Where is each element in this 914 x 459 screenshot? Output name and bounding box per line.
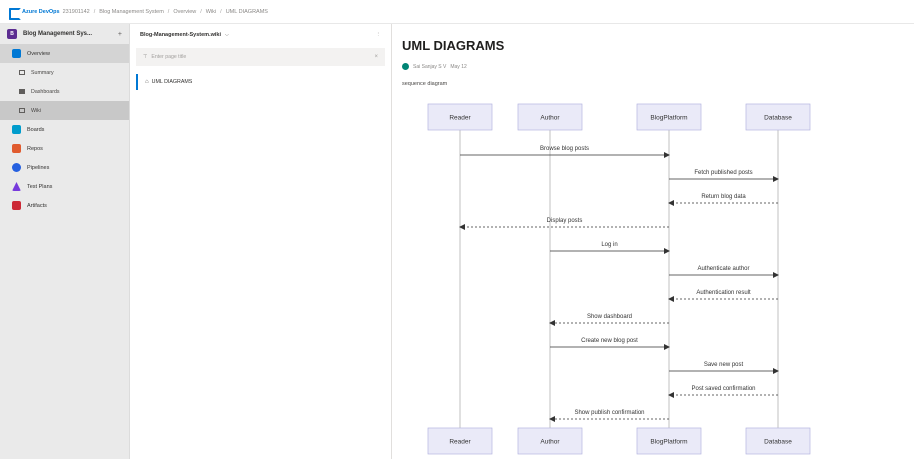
nav-item-label: Boards: [27, 126, 45, 133]
dashboards-icon: [19, 89, 25, 94]
project-name: Blog Management Sys...: [23, 31, 93, 37]
page-filter-input[interactable]: ⊤ Enter page title ×: [136, 48, 385, 66]
message-label: Post saved confirmation: [691, 386, 755, 392]
nav-item-dashboards[interactable]: Dashboards: [0, 82, 129, 101]
project-selector[interactable]: B Blog Management Sys... +: [0, 24, 129, 44]
breadcrumb-page[interactable]: UML DIAGRAMS: [226, 9, 268, 15]
message-label: Return blog data: [701, 194, 746, 200]
azure-devops-logo-icon[interactable]: [8, 7, 21, 20]
participant-label: BlogPlatform: [650, 115, 687, 122]
nav-item-label: Artifacts: [27, 202, 47, 209]
message-label: Save new post: [704, 362, 744, 368]
nav-item-summary[interactable]: Summary: [0, 63, 129, 82]
nav-item-boards[interactable]: Boards: [0, 120, 129, 139]
boards-icon: [12, 125, 21, 134]
participant-label: Database: [764, 115, 792, 122]
wiki-icon: [19, 108, 25, 113]
breadcrumb-separator: /: [200, 8, 202, 15]
nav-item-test-plans[interactable]: Test Plans: [0, 177, 129, 196]
breadcrumb-wiki[interactable]: Wiki: [206, 9, 216, 15]
overview-icon: [12, 49, 21, 58]
add-icon[interactable]: +: [118, 31, 122, 38]
nav-item-label: Test Plans: [27, 183, 53, 190]
pipelines-icon: [12, 163, 21, 172]
nav-item-label: Overview: [27, 50, 50, 57]
sequence-diagram: Reader Reader Author Author BlogPlatform Blog…: [427, 103, 811, 455]
participant-label: Reader: [449, 439, 471, 446]
nav-item-label: Wiki: [31, 107, 42, 114]
breadcrumb-overview[interactable]: Overview: [173, 9, 196, 15]
breadcrumb-separator: /: [167, 8, 170, 15]
tree-item-uml-diagrams[interactable]: ⌂ UML DIAGRAMS: [136, 74, 386, 90]
participant-label: Reader: [449, 115, 471, 122]
left-navigation: B Blog Management Sys... + Overview Summ…: [0, 24, 130, 459]
wiki-selector[interactable]: Blog-Management-System.wiki ⌵ ⋮: [130, 24, 391, 45]
filter-placeholder: Enter page title: [151, 54, 187, 60]
wiki-tree-pane: Blog-Management-System.wiki ⌵ ⋮ ⊤ Enter …: [130, 24, 392, 459]
message-label: Authenticate author: [697, 266, 749, 272]
home-icon: ⌂: [145, 79, 149, 85]
message-label: Fetch published posts: [694, 170, 752, 176]
message-label: Browse blog posts: [540, 146, 589, 152]
nav-item-overview[interactable]: Overview: [0, 44, 129, 63]
message-label: Authentication result: [696, 290, 751, 296]
nav-item-wiki[interactable]: Wiki: [0, 101, 129, 120]
breadcrumb-separator: /: [220, 8, 222, 15]
artifacts-icon: [12, 201, 21, 210]
close-icon[interactable]: ×: [374, 54, 378, 60]
repos-icon: [12, 144, 21, 153]
nav-item-label: Pipelines: [27, 164, 50, 171]
nav-item-artifacts[interactable]: Artifacts: [0, 196, 129, 215]
message-label: Display posts: [547, 218, 583, 224]
filter-icon: ⊤: [143, 54, 148, 60]
participant-label: BlogPlatform: [650, 439, 687, 446]
participant-label: Author: [540, 439, 560, 446]
nav-item-label: Dashboards: [31, 88, 60, 95]
participant-label: Author: [540, 115, 560, 122]
chevron-down-icon[interactable]: ⌵: [225, 32, 229, 38]
top-bar: Azure DevOps 231901142 / Blog Management…: [0, 0, 914, 24]
org-name[interactable]: 231901142: [63, 9, 90, 15]
message-label: Show publish confirmation: [574, 410, 644, 416]
breadcrumb-project[interactable]: Blog Management System: [99, 9, 164, 15]
tree-item-label: UML DIAGRAMS: [151, 79, 193, 85]
message-label: Show dashboard: [587, 314, 632, 320]
test-plans-icon: [12, 182, 21, 191]
wiki-name: Blog-Management-System.wiki: [140, 31, 221, 38]
brand-link[interactable]: Azure DevOps: [22, 9, 60, 15]
summary-icon: [19, 70, 25, 75]
nav-item-label: Repos: [27, 145, 43, 152]
message-label: Create new blog post: [581, 338, 638, 344]
nav-item-label: Summary: [31, 69, 54, 76]
message-label: Log in: [601, 242, 617, 248]
nav-item-pipelines[interactable]: Pipelines: [0, 158, 129, 177]
project-avatar: B: [7, 29, 17, 39]
participant-label: Database: [764, 439, 792, 446]
nav-item-repos[interactable]: Repos: [0, 139, 129, 158]
breadcrumb-separator: /: [93, 8, 96, 15]
more-options-icon[interactable]: ⋮: [376, 32, 382, 38]
